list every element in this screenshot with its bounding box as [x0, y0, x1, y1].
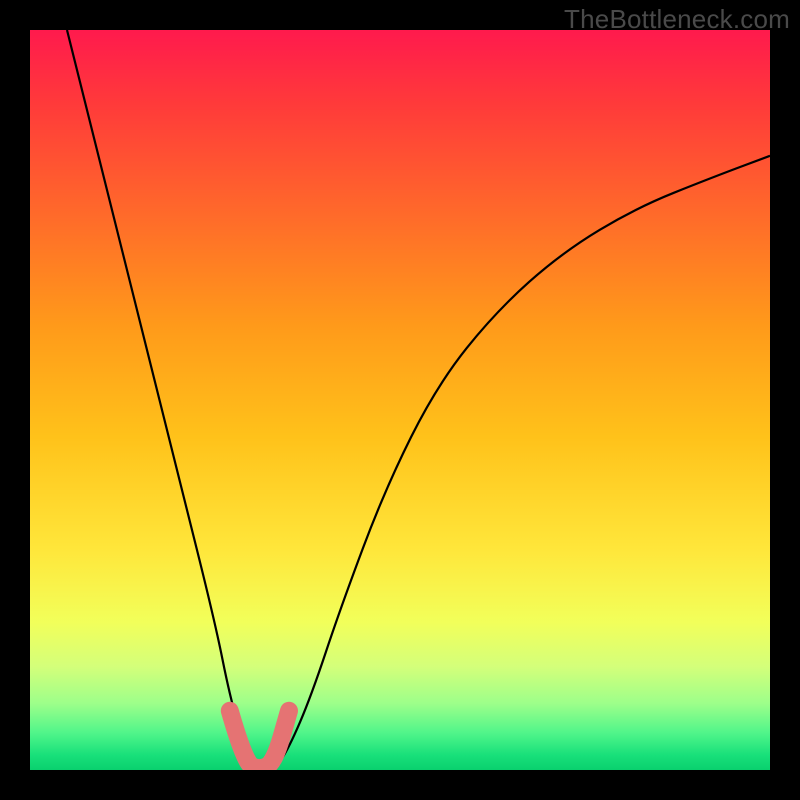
chart-svg	[30, 30, 770, 770]
optimal-range-marker-path	[230, 711, 289, 768]
bottleneck-curve-path	[67, 30, 770, 770]
chart-frame: TheBottleneck.com	[0, 0, 800, 800]
plot-area	[30, 30, 770, 770]
